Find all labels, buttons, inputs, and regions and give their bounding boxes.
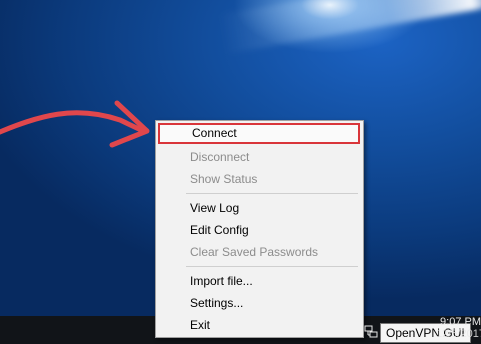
menu-item-connect[interactable]: Connect xyxy=(158,123,360,144)
menu-separator xyxy=(186,266,358,267)
network-icon-glyph xyxy=(364,325,378,338)
menu-item-edit-config[interactable]: Edit Config xyxy=(156,219,363,241)
menu-item-view-log[interactable]: View Log xyxy=(156,197,363,219)
menu-item-show-status[interactable]: Show Status xyxy=(156,168,363,190)
menu-item-clear-saved-passwords[interactable]: Clear Saved Passwords xyxy=(156,241,363,263)
taskbar-clock[interactable]: 9:07 PM 12/5/2017 xyxy=(436,316,481,340)
clock-time: 9:07 PM xyxy=(440,316,481,328)
openvpn-context-menu: Connect Disconnect Show Status View Log … xyxy=(155,120,364,338)
clock-date: 12/5/2017 xyxy=(436,328,481,340)
menu-item-disconnect[interactable]: Disconnect xyxy=(156,146,363,168)
wallpaper-light-beam xyxy=(218,0,481,55)
menu-item-import-file[interactable]: Import file... xyxy=(156,270,363,292)
menu-separator xyxy=(186,193,358,194)
menu-item-exit[interactable]: Exit xyxy=(156,314,363,336)
menu-item-settings[interactable]: Settings... xyxy=(156,292,363,314)
network-icon[interactable] xyxy=(364,325,378,339)
